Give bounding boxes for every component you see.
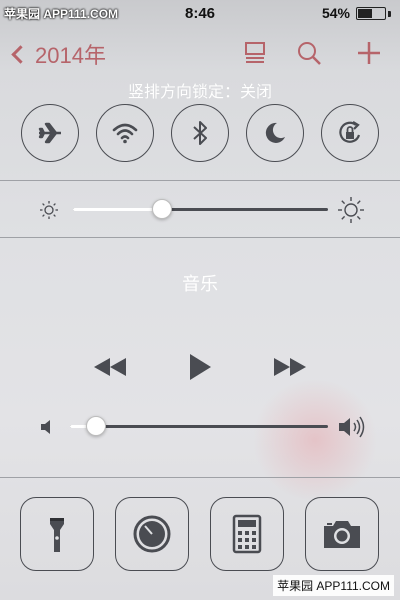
- background-nav-bar: 2014年: [0, 30, 400, 74]
- toggle-row: [0, 104, 400, 164]
- fast-forward-icon: [274, 358, 306, 376]
- fast-forward-button[interactable]: [270, 352, 310, 382]
- brightness-thumb[interactable]: [152, 199, 173, 219]
- camera-icon: [324, 521, 360, 548]
- orientation-lock-label: 竖排方向锁定：关闭: [127, 84, 272, 101]
- clock-button[interactable]: [115, 497, 189, 571]
- flashlight-icon: [50, 518, 64, 552]
- status-bar: 苹果园 APP111.COM 8:46 54%: [0, 0, 400, 26]
- brightness-slider[interactable]: [0, 190, 400, 230]
- list-view-icon[interactable]: [242, 40, 268, 66]
- calculator-button[interactable]: [210, 497, 284, 571]
- battery-tip: [388, 11, 391, 17]
- brightness-low-icon: [40, 201, 58, 219]
- battery-percent: 54%: [321, 5, 350, 21]
- timer-icon: [133, 515, 171, 553]
- back-button[interactable]: 2014年: [10, 38, 106, 70]
- play-button[interactable]: [180, 352, 220, 382]
- music-title: 音乐: [182, 274, 218, 294]
- brightness-high-icon: [338, 197, 364, 223]
- divider: [0, 477, 400, 478]
- camera-button[interactable]: [305, 497, 379, 571]
- moon-icon: [265, 122, 285, 143]
- volume-high-icon: [339, 416, 365, 438]
- bluetooth-icon: [193, 121, 207, 145]
- battery-icon: [356, 7, 386, 20]
- watermark-bottom: 苹果园 APP111.COM: [273, 575, 394, 596]
- wifi-icon: [112, 123, 138, 144]
- volume-thumb[interactable]: [85, 416, 106, 436]
- search-icon[interactable]: [296, 40, 322, 66]
- wifi-toggle[interactable]: [96, 104, 154, 162]
- flashlight-button[interactable]: [20, 497, 94, 571]
- brightness-fill: [73, 208, 163, 211]
- brightness-track: [73, 208, 328, 211]
- do-not-disturb-toggle[interactable]: [246, 104, 304, 162]
- orientation-lock-toggle[interactable]: [321, 104, 379, 162]
- volume-track: [70, 425, 328, 428]
- volume-low-icon: [41, 420, 50, 434]
- airplane-icon: [38, 122, 61, 144]
- rotation-lock-icon: [339, 121, 361, 143]
- rewind-button[interactable]: [90, 352, 130, 382]
- battery-fill: [358, 9, 372, 18]
- bluetooth-toggle[interactable]: [171, 104, 229, 162]
- calculator-icon: [232, 514, 262, 554]
- back-label: 2014年: [35, 43, 106, 68]
- add-icon[interactable]: [356, 40, 382, 66]
- volume-slider[interactable]: [0, 410, 400, 444]
- divider: [0, 180, 400, 181]
- divider: [0, 237, 400, 238]
- airplane-mode-toggle[interactable]: [21, 104, 79, 162]
- play-icon: [190, 354, 211, 380]
- chevron-left-icon: [11, 44, 30, 64]
- rewind-icon: [94, 358, 126, 376]
